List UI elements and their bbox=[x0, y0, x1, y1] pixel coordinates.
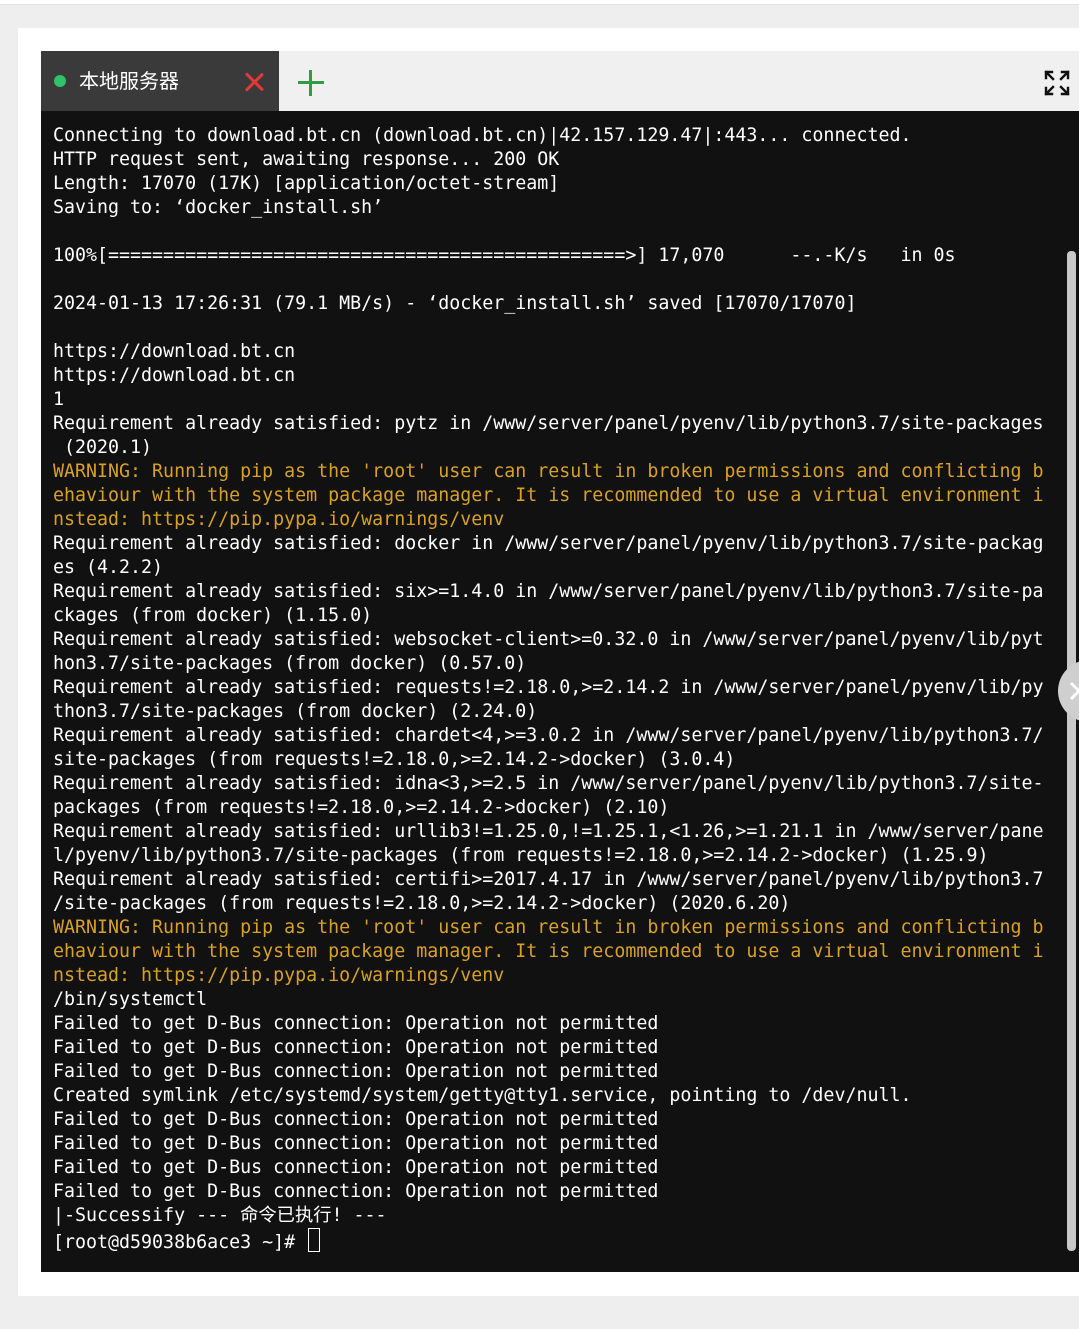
terminal-line: Failed to get D-Bus connection: Operatio… bbox=[53, 1013, 659, 1034]
page: 本地服务器 Connecting to download.bt.cn (down… bbox=[0, 0, 1079, 1329]
terminal-line: Requirement already satisfied: docker in… bbox=[53, 533, 1044, 554]
fullscreen-icon[interactable] bbox=[1043, 69, 1071, 97]
terminal-line: Created symlink /etc/systemd/system/gett… bbox=[53, 1085, 912, 1106]
terminal-warning-line: ehaviour with the system package manager… bbox=[53, 485, 1044, 506]
terminal-line: Requirement already satisfied: certifi>=… bbox=[53, 869, 1044, 890]
terminal-line: hon3.7/site-packages (from docker) (0.57… bbox=[53, 653, 527, 674]
terminal-line: |-Successify --- 命令已执行! --- bbox=[53, 1205, 387, 1226]
terminal-line: es (4.2.2) bbox=[53, 557, 164, 578]
tab-bar: 本地服务器 bbox=[41, 51, 1079, 111]
terminal-warning-line: nstead: https://pip.pypa.io/warnings/ven… bbox=[53, 965, 505, 986]
terminal-line: Requirement already satisfied: idna<3,>=… bbox=[53, 773, 1044, 794]
terminal-output-area[interactable]: Connecting to download.bt.cn (download.b… bbox=[41, 111, 1063, 1272]
terminal-warning-line: ehaviour with the system package manager… bbox=[53, 941, 1044, 962]
terminal-line: Failed to get D-Bus connection: Operatio… bbox=[53, 1157, 659, 1178]
terminal-warning-line: WARNING: Running pip as the 'root' user … bbox=[53, 461, 1044, 482]
terminal-warning-line: WARNING: Running pip as the 'root' user … bbox=[53, 917, 1044, 938]
tab-label: 本地服务器 bbox=[79, 69, 179, 93]
terminal-line: 1 bbox=[53, 389, 65, 410]
scrollbar-thumb[interactable] bbox=[1067, 251, 1076, 1251]
terminal-line: packages (from requests!=2.18.0,>=2.14.2… bbox=[53, 797, 670, 818]
terminal-line: Saving to: ‘docker_install.sh’ bbox=[53, 197, 384, 218]
terminal-line: (2020.1) bbox=[53, 437, 153, 458]
terminal-line: https://download.bt.cn bbox=[53, 341, 296, 362]
terminal-line: Requirement already satisfied: six>=1.4.… bbox=[53, 581, 1044, 602]
terminal-warning-line: nstead: https://pip.pypa.io/warnings/ven… bbox=[53, 509, 505, 530]
terminal-line: site-packages (from requests!=2.18.0,>=2… bbox=[53, 749, 736, 770]
terminal-line: 2024-01-13 17:26:31 (79.1 MB/s) - ‘docke… bbox=[53, 293, 857, 314]
terminal-line: Failed to get D-Bus connection: Operatio… bbox=[53, 1061, 659, 1082]
terminal-line: HTTP request sent, awaiting response... … bbox=[53, 149, 560, 170]
terminal-line: Failed to get D-Bus connection: Operatio… bbox=[53, 1037, 659, 1058]
terminal-line: l/pyenv/lib/python3.7/site-packages (fro… bbox=[53, 845, 989, 866]
terminal-window: 本地服务器 Connecting to download.bt.cn (down… bbox=[41, 51, 1079, 1272]
tab-local-server[interactable]: 本地服务器 bbox=[41, 51, 279, 111]
terminal-line: Requirement already satisfied: pytz in /… bbox=[53, 413, 1044, 434]
terminal-output: Connecting to download.bt.cn (download.b… bbox=[53, 124, 1053, 1253]
plus-icon[interactable] bbox=[297, 69, 325, 97]
chevron-right-icon bbox=[1069, 681, 1079, 701]
terminal-line: /bin/systemctl bbox=[53, 989, 208, 1010]
terminal-line: Length: 17070 (17K) [application/octet-s… bbox=[53, 173, 560, 194]
status-dot-icon bbox=[54, 75, 66, 87]
terminal-line: Failed to get D-Bus connection: Operatio… bbox=[53, 1181, 659, 1202]
close-icon[interactable] bbox=[243, 71, 265, 93]
terminal-line: Requirement already satisfied: requests!… bbox=[53, 677, 1044, 698]
terminal-line: 100%[===================================… bbox=[53, 245, 956, 266]
terminal-line: Requirement already satisfied: chardet<4… bbox=[53, 725, 1044, 746]
terminal-line: Failed to get D-Bus connection: Operatio… bbox=[53, 1109, 659, 1130]
terminal-prompt-line[interactable]: [root@d59038b6ace3 ~]# bbox=[53, 1228, 1053, 1253]
cursor-icon bbox=[308, 1228, 321, 1252]
terminal-line: thon3.7/site-packages (from docker) (2.2… bbox=[53, 701, 538, 722]
terminal-line: Requirement already satisfied: urllib3!=… bbox=[53, 821, 1044, 842]
top-strip bbox=[0, 0, 1079, 5]
terminal-line: Requirement already satisfied: websocket… bbox=[53, 629, 1044, 650]
terminal-line: /site-packages (from requests!=2.18.0,>=… bbox=[53, 893, 791, 914]
terminal-line: ckages (from docker) (1.15.0) bbox=[53, 605, 373, 626]
terminal-line: Failed to get D-Bus connection: Operatio… bbox=[53, 1133, 659, 1154]
terminal-line: https://download.bt.cn bbox=[53, 365, 296, 386]
terminal-prompt: [root@d59038b6ace3 ~]# bbox=[53, 1232, 307, 1253]
terminal-line: Connecting to download.bt.cn (download.b… bbox=[53, 125, 912, 146]
